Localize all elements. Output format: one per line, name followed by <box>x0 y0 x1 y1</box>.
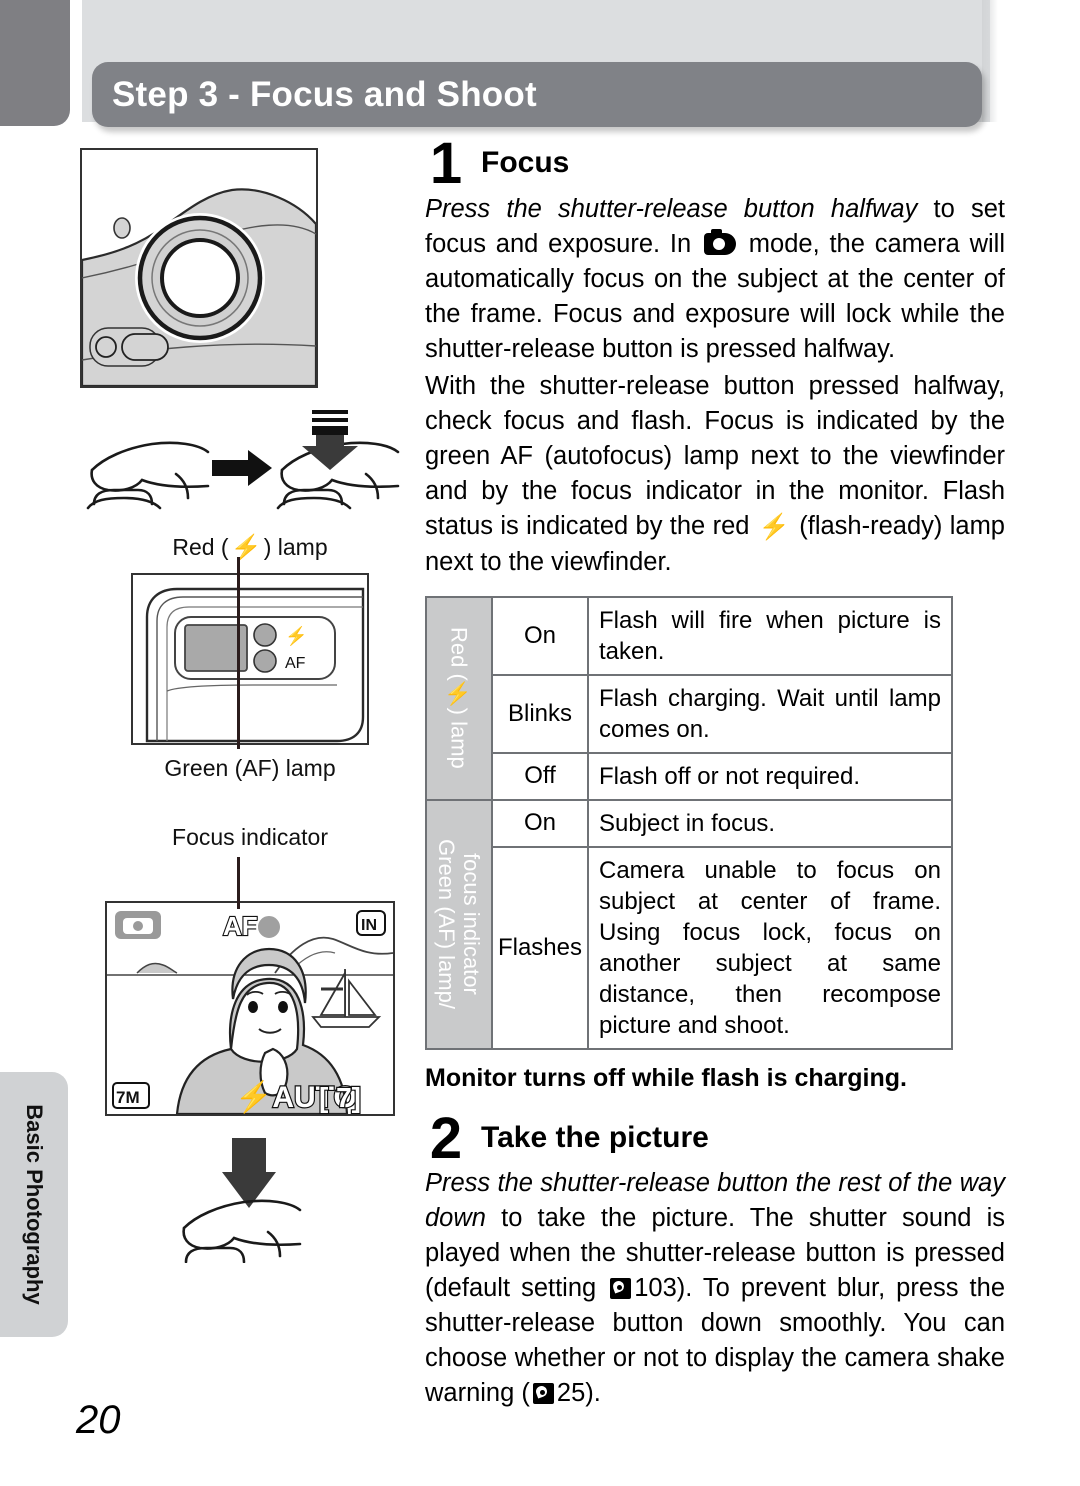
focus-indicator-caption: Focus indicator <box>172 824 328 850</box>
step-2-page-ref-2: 25 <box>556 1379 586 1408</box>
lamp-status-table: Red (⚡) lamp On Flash will fire when pic… <box>425 595 953 1050</box>
pointer-line-flash-lamp <box>237 557 240 749</box>
green-af-lamp-caption: Green (AF) lamp <box>164 755 336 781</box>
svg-text:AF: AF <box>285 655 306 672</box>
page-title: Step 3 - Focus and Shoot <box>112 75 537 114</box>
table-row: Green (AF) lamp/ focus indicator On Subj… <box>425 798 953 1050</box>
description-cell: Camera unable to focus on subject at cen… <box>587 845 953 1050</box>
arrow-right-icon <box>212 450 272 486</box>
step-2-number: 2 <box>429 1105 463 1171</box>
step-1-paragraph-2: With the shutter-release button pressed … <box>425 369 1005 580</box>
finger-press-full-illustration <box>150 1138 350 1264</box>
step-2-title: Take the picture <box>481 1120 709 1154</box>
monitor-svg: AF IN 7M ⚡AUTO [ 7] <box>107 903 394 1116</box>
header-band-fade <box>982 0 998 122</box>
red-lamp-caption: Red (⚡) lamp <box>80 534 420 563</box>
red-lamp-caption-text: Red ( <box>172 534 229 560</box>
table-row: Off Flash off or not required. <box>426 751 953 801</box>
text-column: 1 Focus Press the shutter-release button… <box>425 131 1005 1411</box>
arrow-down-icon <box>302 410 358 470</box>
step-1-number: 1 <box>429 131 463 196</box>
edge-tab-marker <box>0 0 70 126</box>
monitor-display-illustration: AF IN 7M ⚡AUTO [ 7] <box>105 901 395 1116</box>
press-halfway-svg <box>86 410 400 510</box>
page-number: 20 <box>76 1398 121 1442</box>
monitor-memory-badge: IN <box>356 910 386 936</box>
step-1-italic-lead: Press the shutter-release button halfway <box>425 194 918 223</box>
svg-text:⚡: ⚡ <box>285 625 307 647</box>
state-cell: On <box>491 798 589 848</box>
step-2-paragraph-1: Press the shutter-release button the res… <box>425 1166 1005 1411</box>
step-1-title: Focus <box>481 146 570 179</box>
illustration-column: Red (⚡) lamp ⚡ AF Green (AF) lamp Focus … <box>80 148 420 1264</box>
table-row: Red (⚡) lamp On Flash will fire when pic… <box>425 595 953 801</box>
row-header-green-af-lamp-label-1: Green (AF) lamp/ <box>434 839 459 1010</box>
row-header-red-lamp: Red (⚡) lamp <box>425 595 493 801</box>
page-reference-icon <box>532 1383 554 1405</box>
chapter-tab-label: Basic Photography <box>22 1104 47 1305</box>
state-cell: On <box>491 595 589 676</box>
press-full-svg <box>182 1138 302 1264</box>
section-header-bar: Step 3 - Focus and Shoot <box>92 62 982 127</box>
flash-bolt-icon: ⚡ <box>758 512 790 541</box>
monitor-mode-icon <box>115 911 161 939</box>
arrow-down-icon <box>222 1138 276 1208</box>
manual-page: Step 3 - Focus and Shoot Basic Photograp… <box>0 0 1080 1486</box>
finger-press-halfway-illustration <box>80 408 410 528</box>
camera-back-svg: ⚡ AF <box>145 587 365 743</box>
svg-text:[ 7]: [ 7] <box>319 1082 361 1113</box>
svg-text:IN: IN <box>361 917 377 934</box>
chapter-tab: Basic Photography <box>0 1072 68 1337</box>
table-row: Flashes Camera unable to focus on subjec… <box>426 845 953 1050</box>
state-cell: Flashes <box>491 845 589 1050</box>
svg-text:AF: AF <box>223 911 258 941</box>
red-lamp-caption-end: ) lamp <box>263 534 328 560</box>
step-2-text-c: ). <box>585 1379 601 1408</box>
step-1-paragraph-1: Press the shutter-release button halfway… <box>425 192 1005 367</box>
description-cell: Subject in focus. <box>587 798 953 848</box>
page-reference-icon <box>610 1278 632 1300</box>
state-cell: Blinks <box>491 673 589 754</box>
pointer-line-focus-indicator <box>237 857 240 909</box>
camera-mode-icon <box>703 228 736 255</box>
description-cell: Flash charging. Wait until lamp comes on… <box>587 673 953 754</box>
camera-front-lens-illustration <box>80 148 318 388</box>
svg-text:7M: 7M <box>116 1088 140 1107</box>
row-header-green-af-lamp: Green (AF) lamp/ focus indicator <box>425 798 493 1050</box>
step-1-heading: 1 Focus <box>425 131 1005 196</box>
state-cell: Off <box>491 751 589 801</box>
description-cell: Flash off or not required. <box>587 751 953 801</box>
monitor-image-size-badge: 7M <box>112 1082 150 1109</box>
camera-back-lamps-illustration: ⚡ AF <box>131 573 369 745</box>
row-header-green-af-lamp-label-2: focus indicator <box>459 853 484 995</box>
step-2-heading: 2 Take the picture <box>425 1105 1005 1171</box>
table-row: Blinks Flash charging. Wait until lamp c… <box>426 673 953 754</box>
row-header-red-lamp-label: Red (⚡) lamp <box>446 627 472 769</box>
step-2-page-ref-1: 103 <box>634 1274 677 1303</box>
flash-bolt-icon: ⚡ <box>230 534 262 562</box>
description-cell: Flash will fire when picture is taken. <box>587 595 953 676</box>
charging-note: Monitor turns off while flash is chargin… <box>425 1063 907 1092</box>
camera-front-svg <box>80 188 318 388</box>
